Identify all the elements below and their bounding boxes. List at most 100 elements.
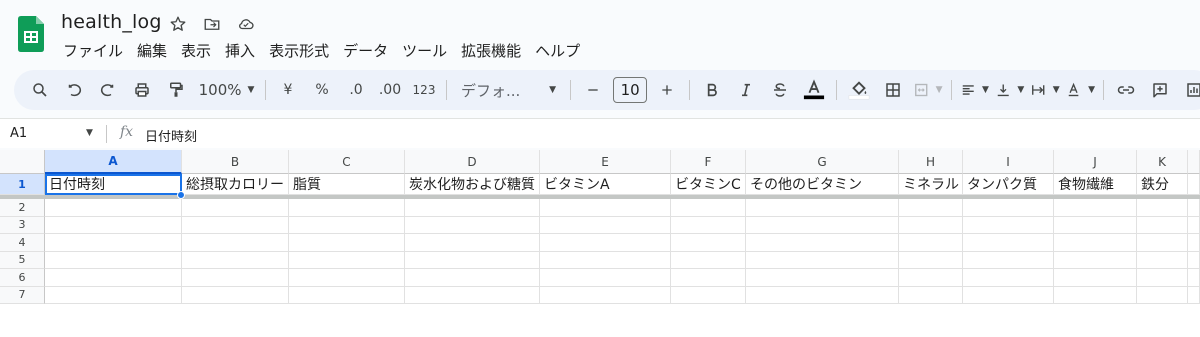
borders-icon[interactable]: [879, 76, 907, 104]
cell[interactable]: [540, 216, 671, 234]
cell[interactable]: [1137, 234, 1188, 252]
menu-tools[interactable]: ツール: [395, 38, 454, 63]
row-header-6[interactable]: 6: [0, 269, 45, 287]
merge-cells-icon[interactable]: ▼: [913, 76, 943, 104]
percent-format-button[interactable]: %: [308, 76, 336, 104]
text-wrapping-icon[interactable]: ▼: [1030, 76, 1060, 104]
column-header-j[interactable]: J: [1054, 150, 1137, 174]
vertical-align-icon[interactable]: ▼: [995, 76, 1024, 104]
cloud-status-icon[interactable]: [234, 12, 258, 36]
increase-decimal-button[interactable]: .00: [376, 76, 404, 104]
cell-b1[interactable]: 総摂取カロリー: [182, 174, 289, 195]
cell[interactable]: [963, 286, 1054, 304]
cell[interactable]: [182, 234, 289, 252]
cell[interactable]: [182, 269, 289, 287]
font-select[interactable]: デフォ... ▼: [455, 76, 562, 104]
cell[interactable]: [899, 234, 963, 252]
cell[interactable]: [289, 251, 405, 269]
cell[interactable]: [1054, 251, 1137, 269]
cell[interactable]: [540, 234, 671, 252]
cell-d1[interactable]: 炭水化物および糖質: [405, 174, 540, 195]
menu-view[interactable]: 表示: [174, 38, 218, 63]
column-header-k[interactable]: K: [1137, 150, 1188, 174]
cell[interactable]: [671, 199, 746, 217]
cell[interactable]: [746, 269, 899, 287]
text-color-icon[interactable]: [800, 76, 828, 104]
name-box[interactable]: A1: [10, 126, 27, 141]
menu-format[interactable]: 表示形式: [262, 38, 336, 63]
font-size-increase-icon[interactable]: [653, 76, 681, 104]
currency-format-button[interactable]: ¥: [274, 76, 302, 104]
cell[interactable]: [1137, 269, 1188, 287]
cell[interactable]: [1188, 174, 1200, 195]
row-header-5[interactable]: 5: [0, 251, 45, 269]
cell[interactable]: [963, 216, 1054, 234]
cell[interactable]: [45, 234, 182, 252]
redo-icon[interactable]: [94, 76, 122, 104]
zoom-select[interactable]: 100% ▼: [196, 76, 257, 104]
menu-extensions[interactable]: 拡張機能: [454, 38, 528, 63]
cell[interactable]: [405, 251, 540, 269]
cell[interactable]: [963, 234, 1054, 252]
cell[interactable]: [671, 216, 746, 234]
print-icon[interactable]: [128, 76, 156, 104]
cell[interactable]: [182, 216, 289, 234]
number-format-button[interactable]: 123: [410, 76, 438, 104]
cell[interactable]: [289, 234, 405, 252]
bold-icon[interactable]: [698, 76, 726, 104]
cell[interactable]: [182, 199, 289, 217]
menu-edit[interactable]: 編集: [130, 38, 174, 63]
column-header-e[interactable]: E: [540, 150, 671, 174]
cell[interactable]: [45, 251, 182, 269]
cell[interactable]: [540, 199, 671, 217]
cell[interactable]: [405, 234, 540, 252]
cell[interactable]: [963, 251, 1054, 269]
cell-j1[interactable]: 食物繊維: [1054, 174, 1137, 195]
text-rotation-icon[interactable]: ▼: [1066, 76, 1095, 104]
cell[interactable]: [1137, 251, 1188, 269]
cell[interactable]: [746, 234, 899, 252]
sheets-logo-icon[interactable]: [18, 16, 44, 52]
name-box-caret-icon[interactable]: ▼: [86, 128, 93, 138]
cell[interactable]: [1188, 234, 1200, 252]
spreadsheet-grid[interactable]: A B C D E F G H I J K 1 日付時刻 総摂取カロリー 脂質 炭水化物および糖質 ビタミンA ビ…: [0, 150, 1200, 337]
cell[interactable]: [899, 216, 963, 234]
document-title[interactable]: health_log: [61, 11, 162, 33]
cell[interactable]: [963, 269, 1054, 287]
menu-file[interactable]: ファイル: [56, 38, 130, 63]
cell[interactable]: [963, 199, 1054, 217]
cell[interactable]: [45, 199, 182, 217]
cell[interactable]: [1054, 269, 1137, 287]
cell-a1[interactable]: 日付時刻: [45, 174, 182, 195]
row-header-7[interactable]: 7: [0, 286, 45, 304]
cell[interactable]: [899, 199, 963, 217]
cell[interactable]: [405, 286, 540, 304]
cell[interactable]: [1054, 234, 1137, 252]
cell[interactable]: [45, 216, 182, 234]
cell[interactable]: [671, 251, 746, 269]
move-to-folder-icon[interactable]: [200, 12, 224, 36]
insert-chart-icon[interactable]: [1180, 76, 1200, 104]
column-header-g[interactable]: G: [746, 150, 899, 174]
cell[interactable]: [289, 269, 405, 287]
decrease-decimal-button[interactable]: .0: [342, 76, 370, 104]
cell[interactable]: [1188, 199, 1200, 217]
column-header-i[interactable]: I: [963, 150, 1054, 174]
cell[interactable]: [289, 199, 405, 217]
menu-help[interactable]: ヘルプ: [528, 38, 587, 63]
cell[interactable]: [289, 216, 405, 234]
row-header-1[interactable]: 1: [0, 174, 45, 195]
column-header-h[interactable]: H: [899, 150, 963, 174]
insert-comment-icon[interactable]: [1146, 76, 1174, 104]
cell[interactable]: [289, 286, 405, 304]
cell-e1[interactable]: ビタミンA: [540, 174, 671, 195]
paint-format-icon[interactable]: [162, 76, 190, 104]
cell[interactable]: [671, 269, 746, 287]
cell[interactable]: [1188, 216, 1200, 234]
insert-link-icon[interactable]: [1112, 76, 1140, 104]
cell[interactable]: [405, 216, 540, 234]
cell[interactable]: [899, 286, 963, 304]
cell[interactable]: [1188, 251, 1200, 269]
cell[interactable]: [540, 286, 671, 304]
cell-f1[interactable]: ビタミンC: [671, 174, 746, 195]
